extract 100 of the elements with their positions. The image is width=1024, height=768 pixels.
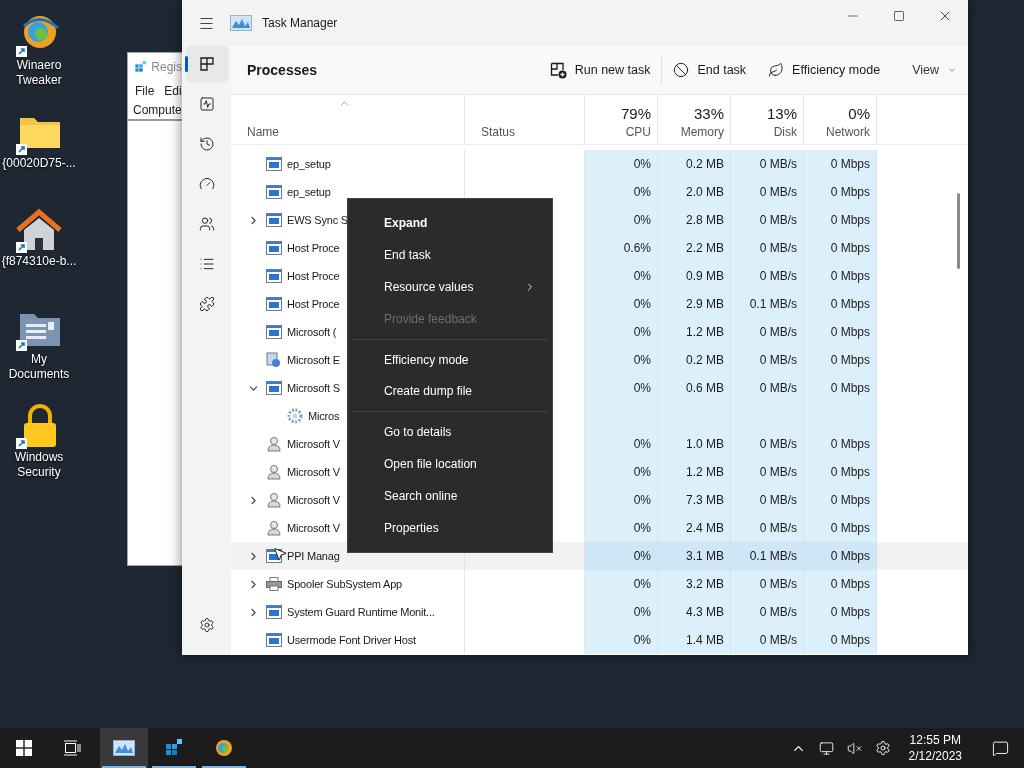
- process-name: System Guard Runtime Monit...: [287, 606, 435, 618]
- desktop-icon-label[interactable]: {f874310e-b...: [0, 254, 78, 269]
- table-cell: 0 Mbps: [804, 430, 877, 458]
- table-cell: 0 MB/s: [731, 374, 804, 402]
- table-cell: 0 Mbps: [804, 374, 877, 402]
- table-cell: 0 MB/s: [731, 262, 804, 290]
- process-name: Microsoft V: [287, 466, 340, 478]
- cancel-icon: [673, 62, 690, 78]
- process-name: Host Proce: [287, 270, 340, 282]
- table-cell: 1.2 MB: [658, 318, 731, 346]
- column-header[interactable]: Status: [465, 95, 585, 144]
- toolbar-button[interactable]: Efficiency mode: [757, 52, 892, 88]
- table-cell: 2.4 MB: [658, 514, 731, 542]
- table-cell: 0 Mbps: [804, 178, 877, 206]
- user-icon: [266, 464, 282, 480]
- table-cell: 1.0 MB: [658, 430, 731, 458]
- nav-tab[interactable]: [185, 46, 228, 82]
- window-title: Regis: [151, 60, 182, 74]
- table-cell: 2.8 MB: [658, 206, 731, 234]
- process-name: Microsoft (: [287, 326, 337, 338]
- page-title: Processes: [247, 62, 319, 78]
- menu-item[interactable]: Go to details: [352, 416, 548, 449]
- user-icon: [266, 492, 282, 508]
- taskbar-app[interactable]: [100, 728, 148, 768]
- menu-item[interactable]: File: [135, 84, 155, 98]
- scrollbar[interactable]: [957, 193, 960, 269]
- menu-item[interactable]: End task: [352, 238, 548, 271]
- desktop-icon-label[interactable]: My Documents: [0, 352, 78, 382]
- printer-icon: [266, 577, 282, 591]
- network-icon: [819, 740, 835, 756]
- menu-item[interactable]: Expand: [352, 207, 548, 239]
- window-icon: [266, 297, 282, 311]
- clock[interactable]: 12:55 PM 2/12/2023: [898, 732, 972, 764]
- column-header[interactable]: 13% Disk: [731, 95, 804, 144]
- column-header[interactable]: 33% Memory: [658, 95, 731, 144]
- toolbar-button[interactable]: End task: [662, 52, 758, 88]
- process-name: Microsoft E: [287, 354, 340, 366]
- column-total: 79%: [620, 105, 651, 122]
- toolbar-button[interactable]: Run new task: [538, 52, 662, 88]
- table-cell: 0%: [585, 178, 658, 206]
- table-cell: 0 Mbps: [804, 262, 877, 290]
- desktop-icon-label[interactable]: {00020D75-...: [0, 156, 78, 171]
- maximize-icon: [893, 10, 905, 22]
- table-cell: 0.1 MB/s: [731, 542, 804, 570]
- activity-icon: [198, 96, 215, 112]
- column-header[interactable]: 79% CPU: [585, 95, 658, 144]
- table-cell: 0 Mbps: [804, 318, 877, 346]
- column-total: 33%: [693, 105, 724, 122]
- chevron-down-icon: [947, 65, 957, 75]
- leaf-icon: [768, 62, 785, 78]
- gauge-icon: [198, 176, 215, 192]
- desktop-icon-label[interactable]: Winaero Tweaker: [0, 58, 78, 88]
- column-header[interactable]: 0% Network: [804, 95, 877, 144]
- table-cell: 0.2 MB: [658, 346, 731, 374]
- column-header[interactable]: Name: [231, 95, 465, 144]
- menu-item[interactable]: Efficiency mode: [352, 343, 548, 376]
- window-title: Task Manager: [262, 16, 339, 30]
- process-name: ep_setup: [287, 158, 331, 170]
- history-icon: [198, 136, 215, 152]
- table-cell: 0 MB/s: [731, 514, 804, 542]
- menu-item[interactable]: Edi: [164, 84, 182, 98]
- table-cell: 1.4 MB: [658, 626, 731, 654]
- table-cell: 0%: [585, 542, 658, 570]
- menu-item[interactable]: Create dump file: [352, 375, 548, 408]
- desktop-icon-label[interactable]: Windows Security: [0, 450, 78, 480]
- table-cell: 0 Mbps: [804, 150, 877, 178]
- table-cell: 0%: [585, 570, 658, 598]
- menu-item[interactable]: Resource values: [352, 270, 548, 303]
- swirl-icon: [213, 738, 235, 758]
- menu-item[interactable]: Search online: [352, 480, 548, 513]
- table-cell: 0 MB/s: [731, 486, 804, 514]
- column-total: 13%: [766, 105, 797, 122]
- table-cell: 3.2 MB: [658, 570, 731, 598]
- table-cell: 0.2 MB: [658, 150, 731, 178]
- column-label: Memory: [680, 125, 724, 139]
- shortcut-icon: [14, 208, 64, 254]
- view-button[interactable]: View: [901, 52, 968, 88]
- settings-icon: [198, 617, 215, 633]
- table-cell: 0 MB/s: [731, 318, 804, 346]
- windows-logo-icon: [16, 740, 32, 756]
- table-cell: 0 Mbps: [804, 206, 877, 234]
- column-total: 0%: [848, 105, 870, 122]
- menu-item[interactable]: Properties: [352, 512, 548, 545]
- window-icon: [266, 269, 282, 283]
- table-cell: 3.1 MB: [658, 542, 731, 570]
- table-cell: 0 Mbps: [804, 234, 877, 262]
- window-icon: [266, 213, 282, 227]
- gear-icon: [287, 408, 303, 424]
- menu-item[interactable]: Open file location: [352, 448, 548, 481]
- window-icon: [266, 381, 282, 395]
- processes-icon: [198, 56, 215, 72]
- user-icon: [266, 436, 282, 452]
- table-cell: 2.9 MB: [658, 290, 731, 318]
- process-name: Host Proce: [287, 298, 340, 310]
- table-cell: 0%: [585, 486, 658, 514]
- installer-icon: [266, 352, 282, 368]
- table-cell: 0%: [585, 206, 658, 234]
- table-cell: 0%: [585, 290, 658, 318]
- window-icon: [266, 157, 282, 171]
- window-icon: [266, 325, 282, 339]
